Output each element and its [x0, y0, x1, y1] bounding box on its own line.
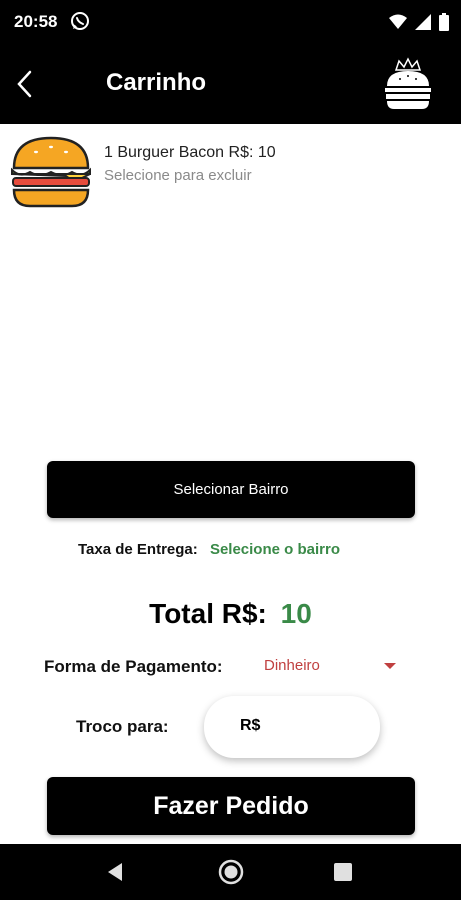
- delivery-fee-label: Taxa de Entrega:: [78, 541, 198, 558]
- nav-home-icon[interactable]: [218, 859, 244, 885]
- page-title: Carrinho: [106, 69, 207, 96]
- status-icons: [389, 12, 449, 32]
- battery-icon: [439, 13, 449, 31]
- payment-method-value: Dinheiro: [264, 657, 320, 674]
- signal-icon: [415, 14, 431, 30]
- change-label: Troco para:: [76, 717, 169, 736]
- cart-item-title: 1 Burguer Bacon R$: 10: [104, 144, 276, 161]
- change-currency-prefix: R$: [240, 717, 261, 734]
- payment-method-select[interactable]: Dinheiro: [256, 652, 404, 682]
- burger-crown-logo: [385, 57, 431, 109]
- arrow-left-icon: [17, 70, 32, 98]
- cart-item-subtitle: Selecione para excluir: [104, 167, 252, 184]
- cart-item[interactable]: 1 Burguer Bacon R$: 10 Selecione para ex…: [0, 132, 461, 212]
- nav-back-icon[interactable]: [104, 860, 128, 884]
- wifi-icon: [389, 14, 407, 29]
- nav-recent-icon[interactable]: [334, 863, 352, 881]
- delivery-fee-row: Taxa de Entrega: Selecione o bairro: [78, 541, 340, 558]
- chevron-down-icon: [384, 663, 396, 669]
- change-input[interactable]: R$: [204, 696, 380, 758]
- system-nav-bar: [0, 844, 461, 900]
- back-button[interactable]: [4, 62, 44, 106]
- burger-icon: [11, 136, 91, 208]
- delivery-fee-value: Selecione o bairro: [209, 541, 340, 558]
- status-bar: 20:58: [0, 0, 461, 42]
- payment-method-label: Forma de Pagamento:: [44, 657, 223, 676]
- select-neighborhood-button[interactable]: Selecionar Bairro: [47, 461, 415, 518]
- total-row: Total R$: 10: [0, 598, 461, 630]
- status-time: 20:58: [14, 12, 58, 31]
- total-value: 10: [280, 598, 312, 629]
- cart-screen: 1 Burguer Bacon R$: 10 Selecione para ex…: [0, 124, 461, 844]
- app-bar: Carrinho: [0, 42, 461, 124]
- place-order-button[interactable]: Fazer Pedido: [47, 777, 415, 835]
- total-label: Total R$:: [149, 598, 267, 629]
- whatsapp-icon: [71, 12, 89, 30]
